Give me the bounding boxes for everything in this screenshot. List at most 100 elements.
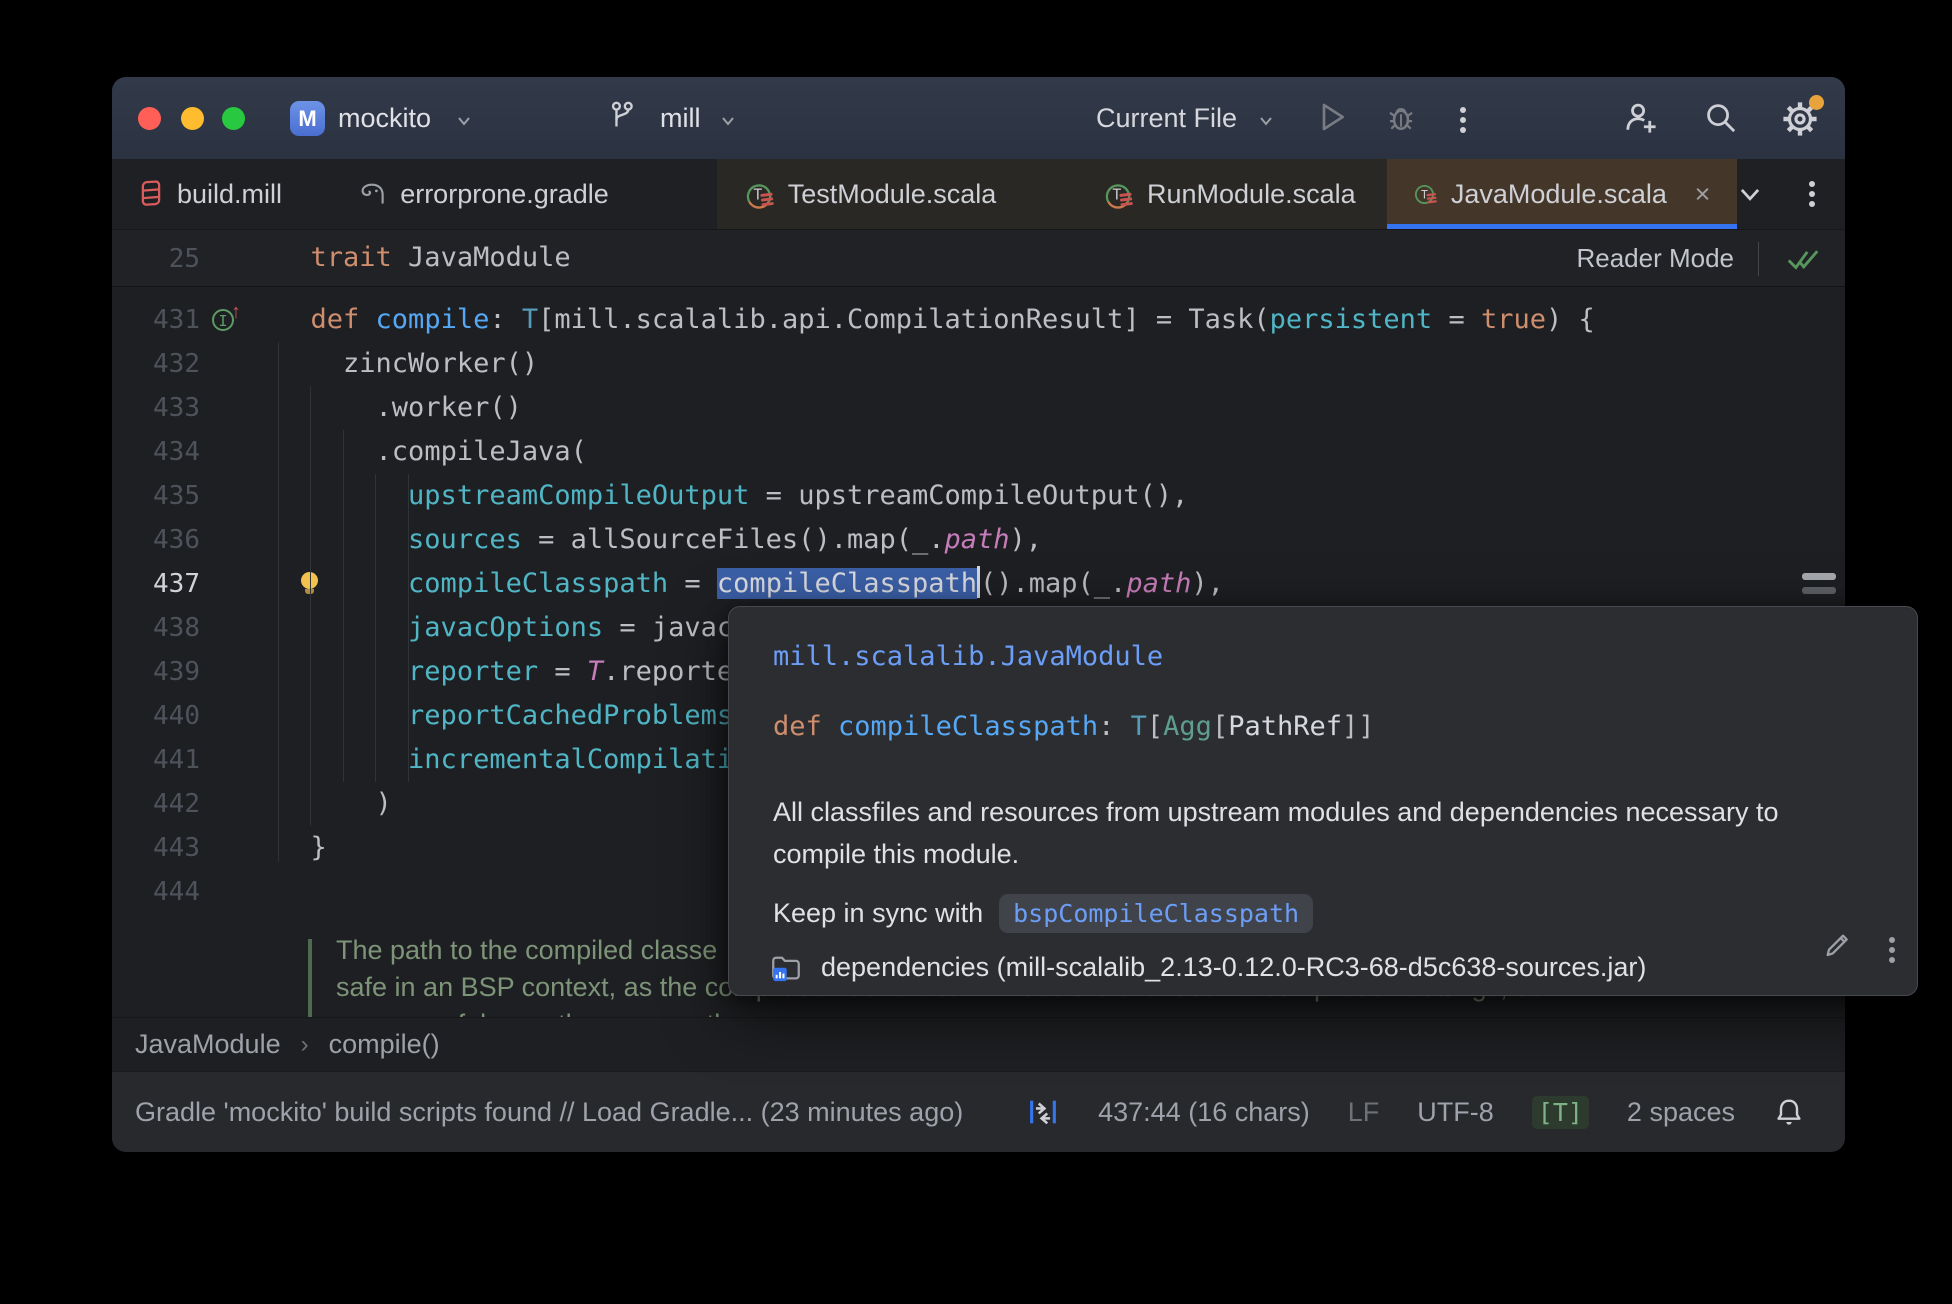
code-text: .worker() [375,392,522,423]
code-text: compileClasspath = compileClasspath ().ma… [408,566,1224,599]
branch-selector[interactable]: mill [660,103,701,134]
highlighting-scope-badge[interactable]: [T] [1531,1095,1589,1129]
tab-build-mill[interactable]: build.mill [112,159,331,229]
scrollbar-thumb[interactable] [1802,573,1836,580]
line-number[interactable]: 431 [112,298,200,342]
status-bar: Gradle 'mockito' build scripts found // … [112,1071,1845,1152]
line-number[interactable]: 439 [112,650,200,694]
override-arrow-icon: ↑ [231,301,241,323]
edit-pencil-icon[interactable] [1821,929,1853,961]
popup-sync-label: Keep in sync with [773,898,984,928]
project-icon[interactable]: M [290,101,325,136]
code-line-435[interactable]: 435 upstreamCompileOutput = upstreamComp… [112,474,1845,518]
line-number[interactable]: 442 [112,782,200,826]
code-line-434[interactable]: 434 .compileJava( [112,430,1845,474]
popup-source-jar-label[interactable]: dependencies (mill-scalalib_2.13-0.12.0-… [821,952,1646,983]
indent-guide [278,342,279,862]
breadcrumb-item-class[interactable]: JavaModule [135,1029,281,1060]
code-text: .compileJava( [375,436,587,467]
sticky-line-number: 25 [168,244,200,274]
tab-options-menu[interactable] [1809,177,1815,211]
chevron-down-icon [722,117,734,126]
popup-more-menu[interactable] [1889,933,1895,967]
code-text: incrementalCompilatio [408,744,750,775]
encoding-widget[interactable]: UTF-8 [1417,1097,1494,1128]
more-actions-menu[interactable] [1460,103,1466,137]
chevron-down-icon [458,117,470,126]
popup-sync-code-chip[interactable]: bspCompileClasspath [999,894,1314,933]
line-number[interactable]: 435 [112,474,200,518]
scrollbar-mark[interactable] [1802,587,1836,594]
code-style-indent-icon[interactable] [1026,1095,1060,1129]
code-text: javacOptions = javacO [408,612,750,643]
debug-button[interactable] [1384,99,1418,135]
inspections-ok-check-icon[interactable] [1783,241,1823,277]
line-number[interactable]: 441 [112,738,200,782]
breadcrumb-item-method[interactable]: compile() [329,1029,440,1060]
line-number[interactable]: 434 [112,430,200,474]
expand-tabs-chevron-icon[interactable] [1737,181,1763,207]
code-line-437[interactable]: 437 compileClasspath = compileClasspath(… [112,562,1845,606]
code-text: } [310,832,327,863]
scala-trait-icon: T [1105,184,1133,209]
indent-widget[interactable]: 2 spaces [1627,1097,1735,1128]
add-user-icon[interactable] [1622,99,1660,137]
sticky-header-line[interactable]: 25 trait JavaModule Reader Mode [112,230,1845,287]
code-line-432[interactable]: 432 zincWorker() [112,342,1845,386]
notification-dot [1809,95,1824,110]
line-ending-widget[interactable]: LF [1348,1097,1380,1128]
indent-guide [343,430,344,782]
macos-maximize-button[interactable] [222,107,245,130]
tab-testmodule-scala[interactable]: T TestModule.scala [716,159,1076,229]
code-line-431[interactable]: 431 I ↑ def compile: T[mill.scalalib.api.C… [112,298,1845,342]
run-configuration-selector[interactable]: Current File [1096,103,1237,134]
editor-tab-bar: build.mill errorprone.gradle T TestModul… [112,159,1845,230]
macos-close-button[interactable] [138,107,161,130]
tab-runmodule-scala[interactable]: T RunModule.scala [1076,159,1387,229]
popup-signature: def compileClasspath: T[Agg[PathRef]] [773,711,1375,742]
macos-minimize-button[interactable] [181,107,204,130]
reader-mode-label[interactable]: Reader Mode [1576,243,1734,274]
line-number[interactable]: 438 [112,606,200,650]
line-number[interactable]: 436 [112,518,200,562]
gradle-elephant-icon [361,183,384,204]
line-number[interactable]: 444 [112,870,200,914]
code-text: sources = allSourceFiles().map(_.path), [408,524,1043,555]
documentation-popup: mill.scalalib.JavaModule def compileClas… [728,606,1918,996]
popup-qualifier-link[interactable]: mill.scalalib.JavaModule [773,641,1163,672]
code-text: reportCachedProblems [408,700,734,731]
indent-guide [375,474,376,782]
project-selector[interactable]: mockito [338,103,431,134]
popup-description: All classfiles and resources from upstre… [773,797,1779,869]
close-tab-icon[interactable] [1694,183,1711,205]
settings-gear-icon[interactable] [1778,95,1824,141]
breadcrumb-separator: › [300,1030,309,1058]
caret-position-widget[interactable]: 437:44 (16 chars) [1098,1097,1310,1128]
status-message[interactable]: Gradle 'mockito' build scripts found // … [112,1097,963,1128]
tab-label: TestModule.scala [787,178,997,209]
code-line-436[interactable]: 436 sources = allSourceFiles().map(_.pat… [112,518,1845,562]
line-number[interactable]: 432 [112,342,200,386]
code-text: def compile: T[mill.scalalib.api.Compila… [310,304,1595,335]
tab-label: build.mill [177,178,283,209]
tab-errorprone-gradle[interactable]: errorprone.gradle [331,159,657,229]
title-bar: M mockito mill Current File [112,77,1845,159]
git-branch-icon [611,101,633,127]
notifications-bell-icon[interactable] [1773,1095,1805,1129]
line-number[interactable]: 440 [112,694,200,738]
separator [1758,241,1759,276]
chevron-down-icon [1260,117,1272,126]
code-text: upstreamCompileOutput = upstreamCompileO… [408,480,1189,511]
line-number[interactable]: 433 [112,386,200,430]
code-text: zincWorker() [343,348,539,379]
search-icon[interactable] [1702,99,1740,137]
run-button[interactable] [1316,99,1348,135]
code-line-433[interactable]: 433 .worker() [112,386,1845,430]
tab-javamodule-scala[interactable]: T JavaModule.scala [1387,159,1737,229]
line-number[interactable]: 443 [112,826,200,870]
overrides-gutter-icon[interactable]: I ↑ [212,301,246,335]
library-folder-icon [772,956,800,982]
scala-trait-icon: T [746,184,774,209]
code-text: ) [375,788,392,819]
line-number[interactable]: 437 [112,562,200,606]
